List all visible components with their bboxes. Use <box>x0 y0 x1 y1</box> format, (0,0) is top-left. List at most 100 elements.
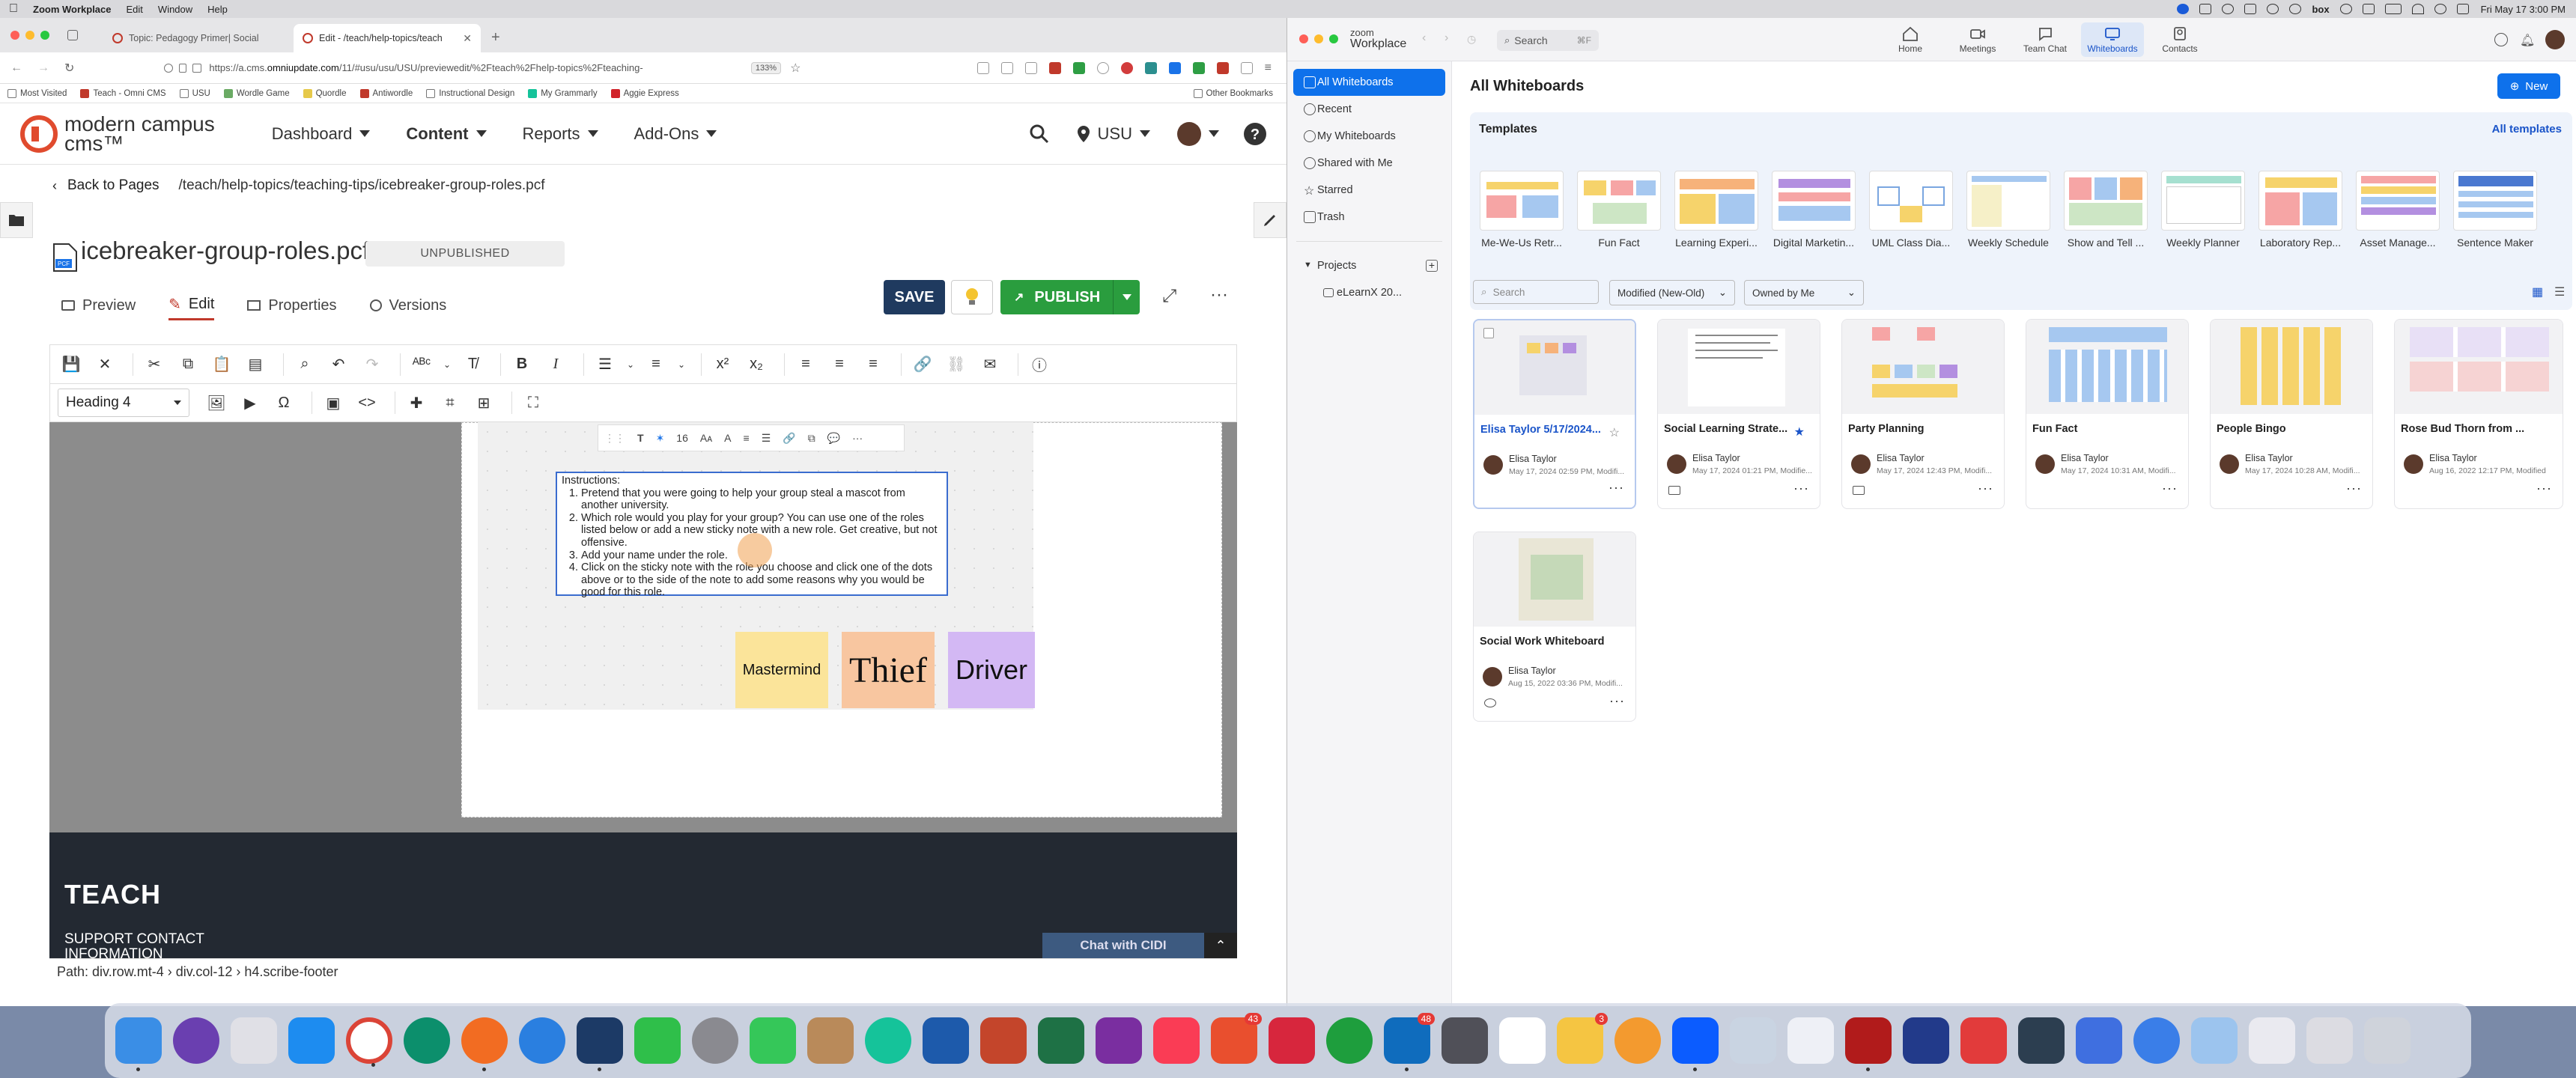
template-card[interactable]: Digital Marketin... <box>1768 171 1859 249</box>
chevron-down-icon[interactable]: ⌄ <box>442 351 452 378</box>
clear-format-icon[interactable]: T̸ <box>459 351 486 378</box>
sidebar-item-starred[interactable]: ☆ Starred <box>1287 177 1451 204</box>
style-icon[interactable]: ✶ <box>656 432 665 445</box>
tasks-icon[interactable]: 43 <box>1211 1013 1262 1064</box>
zoom-status-icon[interactable] <box>2177 4 2190 14</box>
superscript-icon[interactable]: x² <box>709 351 736 378</box>
image-icon[interactable]: 🖼 <box>203 389 230 416</box>
menu-app-name[interactable]: Zoom Workplace <box>33 4 112 15</box>
music-icon[interactable] <box>1153 1017 1200 1064</box>
extension-icon[interactable] <box>1120 61 1133 74</box>
timer-icon[interactable] <box>2222 4 2235 14</box>
align-center-icon[interactable]: ≡ <box>826 351 853 378</box>
calculator-icon[interactable] <box>1442 1017 1488 1064</box>
fullscreen-icon[interactable]: ⛶ <box>520 389 547 416</box>
zotero-icon[interactable] <box>1269 1017 1315 1064</box>
excel-icon[interactable] <box>1038 1017 1084 1064</box>
bluetooth-icon[interactable] <box>2362 4 2375 14</box>
tab-team-chat[interactable]: Team Chat <box>2014 22 2077 57</box>
more-options-icon[interactable]: ··· <box>1793 481 1809 496</box>
bookmark-item[interactable]: Wordle Game <box>223 88 290 98</box>
preview-icon[interactable] <box>1730 1017 1776 1064</box>
sticky-note-mastermind[interactable]: Mastermind <box>735 632 828 708</box>
all-templates-link[interactable]: All templates <box>2492 123 2562 135</box>
safari-icon[interactable] <box>519 1017 565 1064</box>
box-icon[interactable]: box <box>2312 4 2329 15</box>
more-options-icon[interactable]: ··· <box>2346 481 2362 496</box>
help-icon[interactable] <box>2494 33 2508 46</box>
menu-icon[interactable]: ≡ <box>1265 61 1272 75</box>
settings-icon[interactable] <box>692 1017 738 1064</box>
extension-icon[interactable] <box>1192 61 1205 74</box>
other-bookmarks[interactable]: Other Bookmarks <box>1193 88 1273 98</box>
publish-button[interactable]: ↗ PUBLISH <box>1000 280 1140 314</box>
template-card[interactable]: Learning Experi... <box>1671 171 1762 249</box>
menu-extra-icon[interactable] <box>2199 4 2212 14</box>
forward-icon[interactable]: › <box>1445 31 1448 45</box>
menu-window[interactable]: Window <box>158 4 192 15</box>
tab-whiteboards[interactable]: Whiteboards <box>2081 22 2144 57</box>
user-menu[interactable] <box>1177 121 1219 146</box>
word-icon[interactable] <box>923 1017 969 1064</box>
chevron-up-icon[interactable]: ⌃ <box>1204 933 1237 958</box>
align-icon[interactable]: ≡ <box>744 432 750 444</box>
new-tab-icon[interactable]: + <box>491 29 500 46</box>
grammarly-icon[interactable] <box>865 1017 911 1064</box>
reload-icon[interactable]: ↻ <box>64 61 74 76</box>
sidebar-item-recent[interactable]: Recent <box>1287 96 1451 123</box>
health-icon[interactable] <box>2133 1017 2180 1064</box>
nav-content[interactable]: Content <box>406 124 487 144</box>
snippet-icon[interactable]: ▣ <box>320 389 347 416</box>
menu-edit[interactable]: Edit <box>127 4 143 15</box>
save-button[interactable]: SAVE <box>884 280 945 314</box>
sticky-note-thief[interactable]: Thief <box>842 632 935 708</box>
dollar-icon[interactable] <box>2339 4 2352 14</box>
minimize-window-icon[interactable] <box>25 31 34 40</box>
notification-bell-icon[interactable]: 🔔︎ <box>2520 33 2535 48</box>
paste-icon[interactable]: 📋 <box>208 351 235 378</box>
link-icon[interactable]: 🔗 <box>909 351 936 378</box>
whiteboard-card[interactable]: Party Planning Elisa Taylor May 17, 2024… <box>1841 319 2005 509</box>
site-select[interactable]: USU <box>1077 124 1150 144</box>
new-whiteboard-button[interactable]: ⊕ New <box>2497 73 2560 99</box>
nav-reports[interactable]: Reports <box>523 124 598 144</box>
project-item[interactable]: eLearnX 20... <box>1287 279 1451 306</box>
unlink-icon[interactable]: ⛓ <box>943 351 970 378</box>
browser-tab[interactable]: Topic: Pedagogy Primer| Social <box>103 24 291 52</box>
back-to-pages-link[interactable]: Back to Pages <box>67 177 160 194</box>
extension-icon[interactable] <box>1024 61 1037 74</box>
email-link-icon[interactable]: ✉ <box>976 351 1003 378</box>
tab-preview[interactable]: Preview <box>61 290 136 320</box>
clock[interactable]: Fri May 17 3:00 PM <box>2481 4 2566 15</box>
bookmark-item[interactable]: Aggie Express <box>610 88 679 98</box>
documents-stack-icon[interactable] <box>2249 1017 2295 1064</box>
evernote-icon[interactable] <box>1326 1017 1373 1064</box>
bookmark-star-icon[interactable]: ☆ <box>790 61 801 76</box>
plugin-icon[interactable]: ✚ <box>403 389 430 416</box>
bold-icon[interactable]: B <box>508 351 535 378</box>
sidebar-item-all-whiteboards[interactable]: All Whiteboards <box>1293 69 1445 96</box>
history-icon[interactable]: ◷ <box>1467 33 1476 46</box>
template-card[interactable]: UML Class Dia... <box>1865 171 1957 249</box>
finder-icon[interactable] <box>115 1017 162 1071</box>
productivity-icon[interactable]: 3 <box>1557 1013 1608 1064</box>
close-tab-icon[interactable]: ✕ <box>463 32 472 45</box>
chevron-left-icon[interactable]: ‹ <box>52 178 57 194</box>
tab-versions[interactable]: Versions <box>369 290 446 320</box>
freeform-icon[interactable] <box>1787 1017 1834 1064</box>
extension-icon[interactable] <box>1216 61 1229 74</box>
template-card[interactable]: Fun Fact <box>1573 171 1665 249</box>
powerpoint-icon[interactable] <box>980 1017 1027 1064</box>
bookmark-item[interactable]: Teach - Omni CMS <box>80 88 166 98</box>
sort-select[interactable]: Modified (New-Old) ⌄ <box>1609 280 1735 305</box>
starred-icon[interactable]: ★ <box>1794 424 1805 439</box>
more-options-icon[interactable]: ··· <box>1978 481 1993 496</box>
trash-icon[interactable] <box>2364 1017 2411 1064</box>
bullet-list-icon[interactable]: ☰ <box>592 351 619 378</box>
phone-icon[interactable] <box>577 1017 623 1071</box>
screen-recorder-icon[interactable] <box>1960 1017 2007 1064</box>
whiteboard-card[interactable]: Social Work Whiteboard Elisa Taylor Aug … <box>1473 532 1636 722</box>
onenote-icon[interactable] <box>1096 1017 1142 1064</box>
contacts-icon[interactable] <box>807 1017 854 1064</box>
more-options-icon[interactable]: ··· <box>1210 284 1228 305</box>
